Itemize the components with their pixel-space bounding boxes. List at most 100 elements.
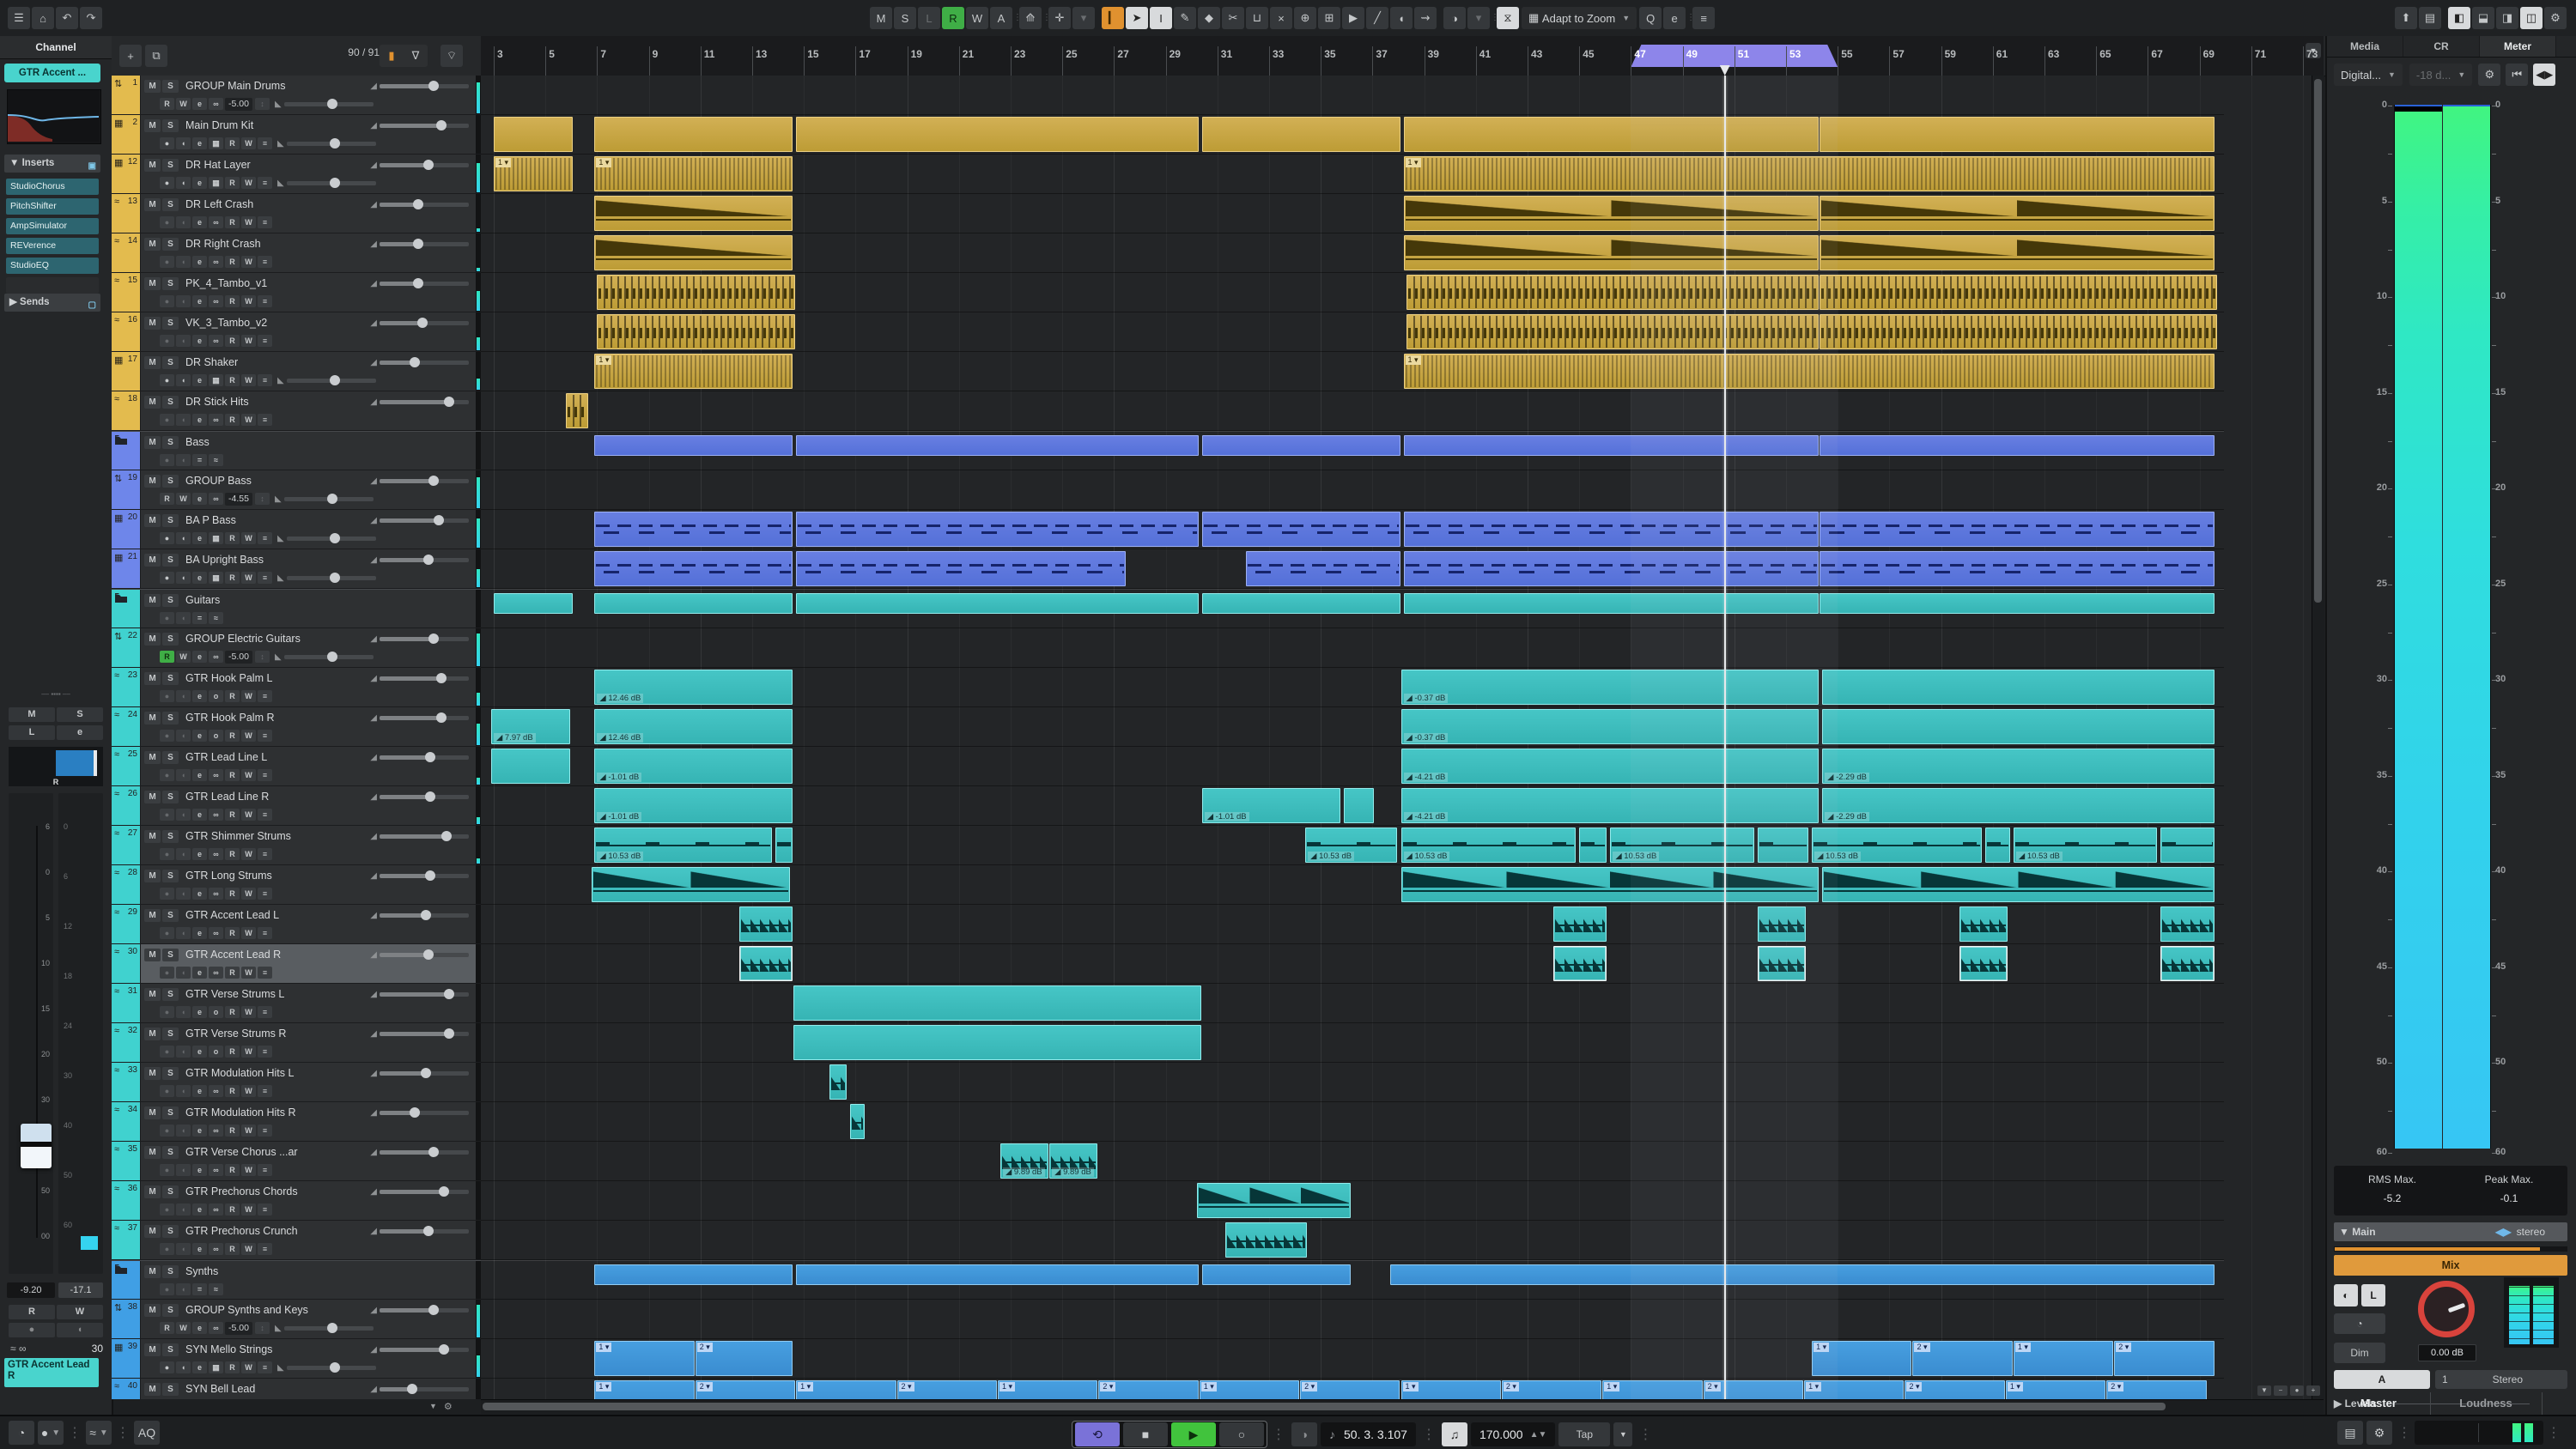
- track-read-button[interactable]: R: [225, 256, 240, 268]
- track-edit-channel-icon[interactable]: e: [192, 690, 207, 702]
- track-volume-control[interactable]: ◢: [370, 279, 469, 288]
- track-channel-config-icon[interactable]: ∞: [209, 1085, 223, 1097]
- track-read-button[interactable]: R: [225, 137, 240, 149]
- track-lane[interactable]: [481, 194, 2224, 233]
- lane-zoom-controls[interactable]: ▼−●+: [2257, 1385, 2320, 1396]
- track-volume-control[interactable]: ◢: [370, 911, 469, 920]
- track-name[interactable]: Guitars: [185, 594, 469, 606]
- window-setup-gear-icon[interactable]: ⚙: [2544, 7, 2567, 29]
- track-name[interactable]: DR Stick Hits: [185, 396, 367, 408]
- fader-value[interactable]: -9.20: [7, 1282, 55, 1298]
- track-row[interactable]: ≈18MSDR Stick Hits◢●◖e∞RW≡: [112, 391, 481, 431]
- track-read-button[interactable]: R: [225, 927, 240, 939]
- tempo-display[interactable]: 170.000▲▼: [1471, 1422, 1555, 1446]
- track-write-button[interactable]: W: [241, 532, 256, 544]
- track-read-button[interactable]: R: [160, 1322, 174, 1334]
- folder-part[interactable]: [594, 1264, 793, 1285]
- cr-output-button[interactable]: 1Stereo: [2435, 1370, 2567, 1389]
- track-write-button[interactable]: W: [241, 374, 256, 386]
- track-write-button[interactable]: W: [241, 216, 256, 228]
- insert-slot-empty[interactable]: [6, 277, 99, 294]
- track-pan-control[interactable]: ◣: [275, 1324, 374, 1333]
- track-edit-channel-icon[interactable]: e: [192, 1243, 207, 1255]
- track-volume-control[interactable]: ◢: [370, 1345, 469, 1355]
- track-solo-button[interactable]: S: [162, 988, 179, 1001]
- audio-event[interactable]: 1 ▾: [1401, 1380, 1501, 1399]
- track-solo-button[interactable]: S: [162, 633, 179, 646]
- filter-tracks-icon[interactable]: ∇: [404, 45, 427, 67]
- track-name[interactable]: DR Left Crash: [185, 198, 367, 210]
- track-row[interactable]: ≈29MSGTR Accent Lead L◢●◖e∞RW≡: [112, 905, 481, 944]
- track-volume-control[interactable]: ◢: [370, 1029, 469, 1039]
- audio-event[interactable]: [1820, 512, 2215, 547]
- track-record-icon[interactable]: ●: [160, 967, 174, 979]
- range-select-tool[interactable]: I: [1150, 7, 1172, 29]
- autoscroll-icon[interactable]: ✛: [1048, 7, 1071, 29]
- track-name[interactable]: DR Hat Layer: [185, 159, 367, 171]
- track-solo-button[interactable]: S: [162, 1225, 179, 1238]
- track-stereo-icon[interactable]: ∞: [209, 493, 223, 505]
- track-volume-control[interactable]: ◢: [370, 950, 469, 960]
- automation-w-button[interactable]: W: [966, 7, 988, 29]
- track-write-button[interactable]: W: [241, 1006, 256, 1018]
- volume-slider[interactable]: [380, 716, 469, 720]
- automation-m-button[interactable]: M: [870, 7, 892, 29]
- track-edit-channel-icon[interactable]: e: [192, 967, 207, 979]
- meter-settings-gear-icon[interactable]: ⚙: [2478, 64, 2500, 86]
- split-tool[interactable]: ✂: [1222, 7, 1244, 29]
- track-monitor-icon[interactable]: ◖: [176, 1125, 191, 1137]
- track-pan-control[interactable]: ◣: [277, 179, 376, 188]
- folder-part[interactable]: [1202, 593, 1400, 614]
- audio-event[interactable]: 1 ▾: [594, 1341, 694, 1376]
- audio-event[interactable]: 1 ▾: [796, 1380, 896, 1399]
- track-read-button[interactable]: R: [225, 335, 240, 347]
- track-mute-button[interactable]: M: [144, 277, 161, 290]
- track-name[interactable]: PK_4_Tambo_v1: [185, 277, 367, 289]
- inserts-section-header[interactable]: ▼ Inserts▣: [4, 155, 100, 173]
- strip-record-icon[interactable]: ●: [9, 1323, 55, 1337]
- volume-slider[interactable]: [380, 1229, 469, 1234]
- track-volume-control[interactable]: ◢: [370, 1108, 469, 1118]
- track-write-button[interactable]: W: [241, 690, 256, 702]
- pan-slider[interactable]: [284, 655, 374, 659]
- audio-event[interactable]: 1 ▾: [1200, 1380, 1299, 1399]
- track-write-button[interactable]: W: [241, 1203, 256, 1216]
- audio-event[interactable]: [793, 985, 1201, 1021]
- track-mute-button[interactable]: M: [144, 1028, 161, 1040]
- sends-section-header[interactable]: ▶ Sends▢: [4, 294, 100, 312]
- insert-slot[interactable]: AmpSimulator: [6, 218, 99, 234]
- track-record-icon[interactable]: ●: [160, 532, 174, 544]
- auto-quantize-button[interactable]: AQ: [134, 1421, 160, 1445]
- track-channel-config-icon[interactable]: ∞: [209, 1164, 223, 1176]
- strip-solo-button[interactable]: S: [57, 707, 103, 722]
- track-eq-icon[interactable]: ≡: [258, 414, 272, 426]
- pan-control[interactable]: R: [9, 747, 103, 786]
- track-edit-channel-icon[interactable]: e: [192, 809, 207, 821]
- folder-part[interactable]: [1820, 593, 2215, 614]
- cr-channel-a-button[interactable]: A: [2334, 1370, 2430, 1389]
- track-mute-button[interactable]: M: [144, 870, 161, 882]
- ruler-cursor-handle[interactable]: [1720, 65, 1730, 76]
- track-mute-button[interactable]: M: [144, 317, 161, 330]
- audio-event[interactable]: [796, 117, 1199, 152]
- automation-mode-icon[interactable]: ⟰: [1019, 7, 1042, 29]
- play-button[interactable]: ▶: [1171, 1422, 1216, 1446]
- track-write-button[interactable]: W: [241, 1243, 256, 1255]
- track-write-button[interactable]: W: [176, 1322, 191, 1334]
- track-record-icon[interactable]: ●: [160, 809, 174, 821]
- track-eq-icon[interactable]: ≡: [258, 1164, 272, 1176]
- track-name[interactable]: Bass: [185, 436, 469, 448]
- folder-mon-icon[interactable]: ◖: [176, 454, 191, 466]
- audio-event[interactable]: 2 ▾: [696, 1380, 795, 1399]
- track-lane[interactable]: ◢ -1.01 dB◢ -1.01 dB◢ -4.21 dB◢ -2.29 dB: [481, 786, 2224, 826]
- export-icon[interactable]: ⬆: [2395, 7, 2417, 29]
- track-solo-button[interactable]: S: [162, 830, 179, 843]
- folder-rec-icon[interactable]: ●: [160, 1283, 174, 1295]
- hub-icon[interactable]: ☰: [8, 7, 30, 29]
- track-edit-channel-icon[interactable]: e: [192, 730, 207, 742]
- track-write-button[interactable]: W: [241, 414, 256, 426]
- volume-slider[interactable]: [380, 361, 469, 365]
- volume-slider[interactable]: [380, 321, 469, 325]
- track-read-button[interactable]: R: [225, 1006, 240, 1018]
- audio-event[interactable]: [1959, 946, 2008, 981]
